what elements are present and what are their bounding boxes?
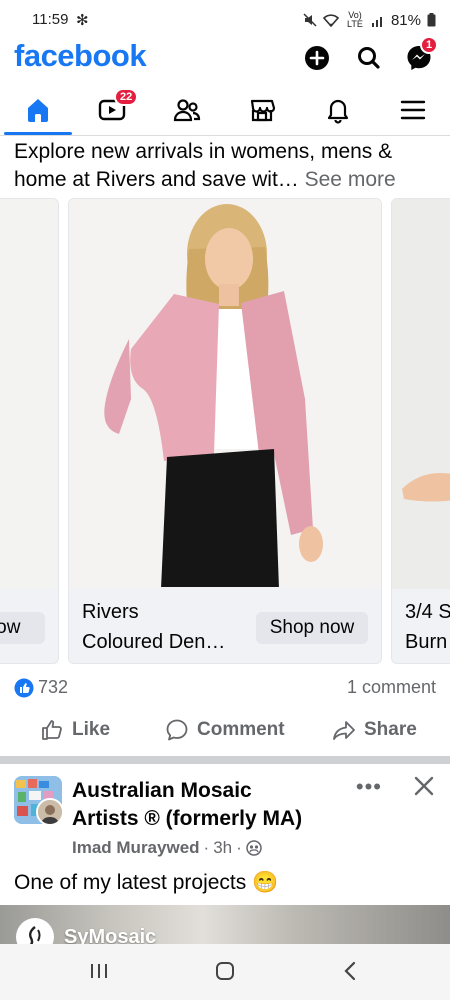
- video-badge: 22: [114, 88, 139, 106]
- messenger-badge: 1: [420, 36, 439, 54]
- card-title-next: 3/4 S: [405, 601, 450, 623]
- search-button[interactable]: [355, 44, 383, 72]
- comment-button[interactable]: Comment: [165, 718, 285, 742]
- model-image: [69, 199, 381, 589]
- home-icon: [28, 99, 48, 122]
- card-subtitle-next: Burn: [405, 631, 448, 653]
- signal-icon: [371, 16, 382, 27]
- mute-icon: [303, 13, 317, 27]
- create-button[interactable]: [303, 44, 331, 72]
- carousel-card-prev[interactable]: now: [0, 198, 59, 664]
- group-privacy-icon: [246, 840, 262, 856]
- active-tab-indicator: [4, 132, 72, 135]
- back-button[interactable]: [340, 960, 362, 987]
- wifi-icon: [322, 13, 339, 27]
- hand-image: [402, 473, 450, 502]
- home-button[interactable]: [214, 960, 236, 987]
- status-time: 11:59: [32, 11, 69, 28]
- shop-now-button[interactable]: Shop now: [256, 612, 368, 644]
- like-count[interactable]: 732: [38, 677, 68, 698]
- tab-marketplace[interactable]: [232, 92, 292, 128]
- back-chevron-icon: [344, 961, 356, 981]
- reactions-row[interactable]: 732 1 comment: [0, 676, 450, 700]
- post-text-2: One of my latest projects 😁: [14, 871, 279, 894]
- more-options-icon[interactable]: •••: [356, 774, 382, 800]
- tab-notifications[interactable]: [308, 92, 368, 128]
- tab-menu[interactable]: [383, 92, 443, 128]
- plus-circle-icon: [305, 46, 329, 70]
- like-label: Like: [72, 719, 111, 740]
- like-reaction-icon: [14, 678, 34, 698]
- share-button[interactable]: Share: [332, 718, 417, 742]
- top-nav: 22: [0, 84, 450, 136]
- comment-bubble-icon: [166, 719, 188, 741]
- recent-apps-button[interactable]: [88, 960, 110, 987]
- carousel-card-next[interactable]: 3/4 S Burn: [391, 198, 450, 664]
- close-icon: [414, 776, 434, 796]
- tab-home[interactable]: [8, 92, 68, 128]
- recent-apps-icon: [91, 964, 107, 978]
- battery-icon: [427, 13, 436, 27]
- pinwheel-icon: ✻: [76, 12, 89, 29]
- hamburger-menu-icon: [400, 100, 426, 120]
- status-bar: 11:59 ✻ Vo) LTE 81%: [0, 0, 450, 40]
- system-nav-bar: [0, 944, 450, 1000]
- tab-video[interactable]: 22: [82, 88, 142, 128]
- post-text: Explore new arrivals in womens, mens & h…: [14, 138, 442, 194]
- author-photo: [38, 800, 62, 824]
- comment-label: Comment: [197, 719, 285, 740]
- status-right: Vo) LTE 81%: [303, 11, 436, 29]
- group-name-line2: Artists ® (formerly MA): [72, 807, 303, 830]
- carousel-card-main[interactable]: Rivers Coloured Den… Shop now: [68, 198, 382, 664]
- search-icon: [358, 47, 380, 69]
- share-arrow-icon: [333, 721, 355, 740]
- share-label: Share: [364, 719, 417, 740]
- post-time[interactable]: 3h: [213, 838, 232, 858]
- product-image: [0, 199, 58, 589]
- post-separator: [0, 756, 450, 764]
- card-title: Rivers: [82, 601, 139, 623]
- home-square-icon: [216, 962, 234, 980]
- bell-icon: [327, 99, 349, 124]
- post-byline: Imad Muraywed · 3h ·: [72, 838, 262, 858]
- author-name[interactable]: Imad Muraywed: [72, 838, 200, 858]
- like-button[interactable]: Like: [40, 718, 110, 742]
- card-subtitle: Coloured Den…: [82, 631, 226, 653]
- facebook-logo[interactable]: facebook: [14, 38, 147, 74]
- network-label: Vo) LTE: [347, 10, 363, 29]
- see-more-link[interactable]: See more: [305, 168, 396, 191]
- product-image: [392, 199, 450, 589]
- battery-percent: 81%: [390, 11, 421, 29]
- group-name[interactable]: Australian Mosaic Artists ® (formerly MA…: [72, 777, 372, 833]
- thumbs-up-icon: [42, 720, 62, 740]
- post-actions: Like Comment Share: [0, 710, 450, 754]
- hide-post-button[interactable]: [410, 772, 438, 800]
- marketplace-icon: [250, 99, 276, 122]
- author-avatar[interactable]: [36, 798, 64, 826]
- product-image: [69, 199, 381, 589]
- tab-friends[interactable]: [157, 92, 217, 128]
- shop-now-button-prev[interactable]: now: [0, 612, 45, 644]
- comment-count[interactable]: 1 comment: [347, 677, 436, 698]
- messenger-button[interactable]: 1: [405, 36, 439, 72]
- group-name-line1: Australian Mosaic: [72, 779, 252, 802]
- friends-icon: [173, 99, 201, 122]
